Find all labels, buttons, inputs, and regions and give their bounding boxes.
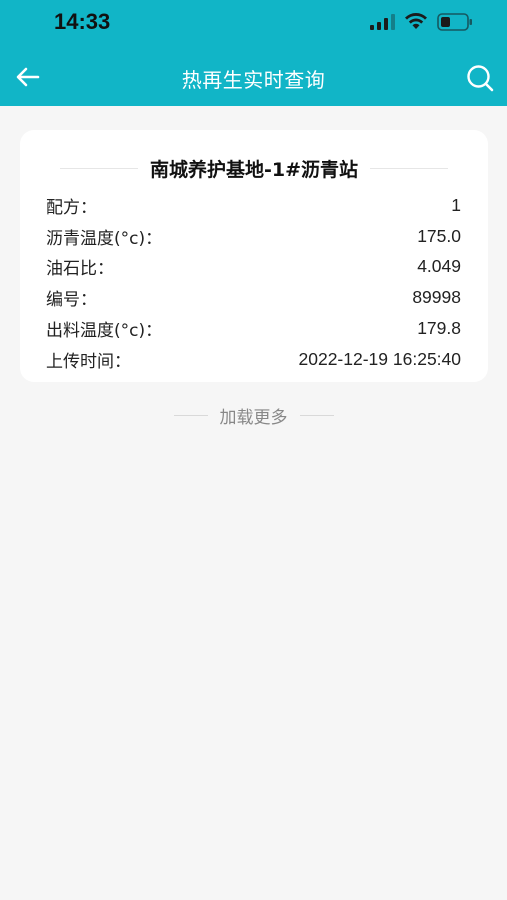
card-header: 南城养护基地-1#沥青站 <box>60 154 448 182</box>
page-title: 热再生实时查询 <box>181 68 326 92</box>
load-more-divider-left <box>173 414 208 416</box>
status-time: 14:33 <box>54 9 111 34</box>
field-row-oil-stone-ratio: 油石比： 4.049 <box>46 252 461 283</box>
field-row-upload-time: 上传时间： 2022-12-19 16:25:40 <box>46 344 461 375</box>
load-more-divider-right <box>299 414 334 416</box>
cellular-signal-icon <box>370 14 395 30</box>
field-value: 1 <box>451 194 461 215</box>
search-icon[interactable] <box>465 63 495 93</box>
title-divider-right <box>370 167 448 169</box>
field-value: 175.0 <box>417 225 461 246</box>
field-label: 配方： <box>46 197 97 218</box>
field-value: 89998 <box>412 287 461 308</box>
field-row-number: 编号： 89998 <box>46 282 461 313</box>
load-more-button[interactable]: 加载更多 <box>0 402 507 428</box>
field-label: 沥青温度(°c)： <box>46 228 163 249</box>
record-card[interactable]: 南城养护基地-1#沥青站 配方： 1 沥青温度(°c)： 175.0 油石比： … <box>20 130 488 382</box>
status-bar: 14:33 <box>0 0 507 48</box>
field-row-discharge-temp: 出料温度(°c)： 179.8 <box>46 313 461 344</box>
field-value: 2022-12-19 16:25:40 <box>298 348 462 369</box>
battery-icon <box>437 13 472 31</box>
field-row-formula: 配方： 1 <box>46 190 461 221</box>
load-more-label: 加载更多 <box>219 407 288 428</box>
station-title: 南城养护基地-1#沥青站 <box>149 158 359 181</box>
wifi-icon <box>405 13 427 29</box>
field-label: 油石比： <box>46 259 114 280</box>
field-value: 179.8 <box>417 318 461 339</box>
field-value: 4.049 <box>417 256 461 277</box>
nav-bar: 热再生实时查询 <box>0 48 507 106</box>
field-label: 出料温度(°c)： <box>46 321 163 342</box>
record-fields: 配方： 1 沥青温度(°c)： 175.0 油石比： 4.049 编号： 899… <box>46 190 461 375</box>
field-label: 编号： <box>46 290 97 311</box>
title-divider-left <box>60 167 138 169</box>
field-label: 上传时间： <box>46 351 131 372</box>
field-row-asphalt-temp: 沥青温度(°c)： 175.0 <box>46 221 461 252</box>
